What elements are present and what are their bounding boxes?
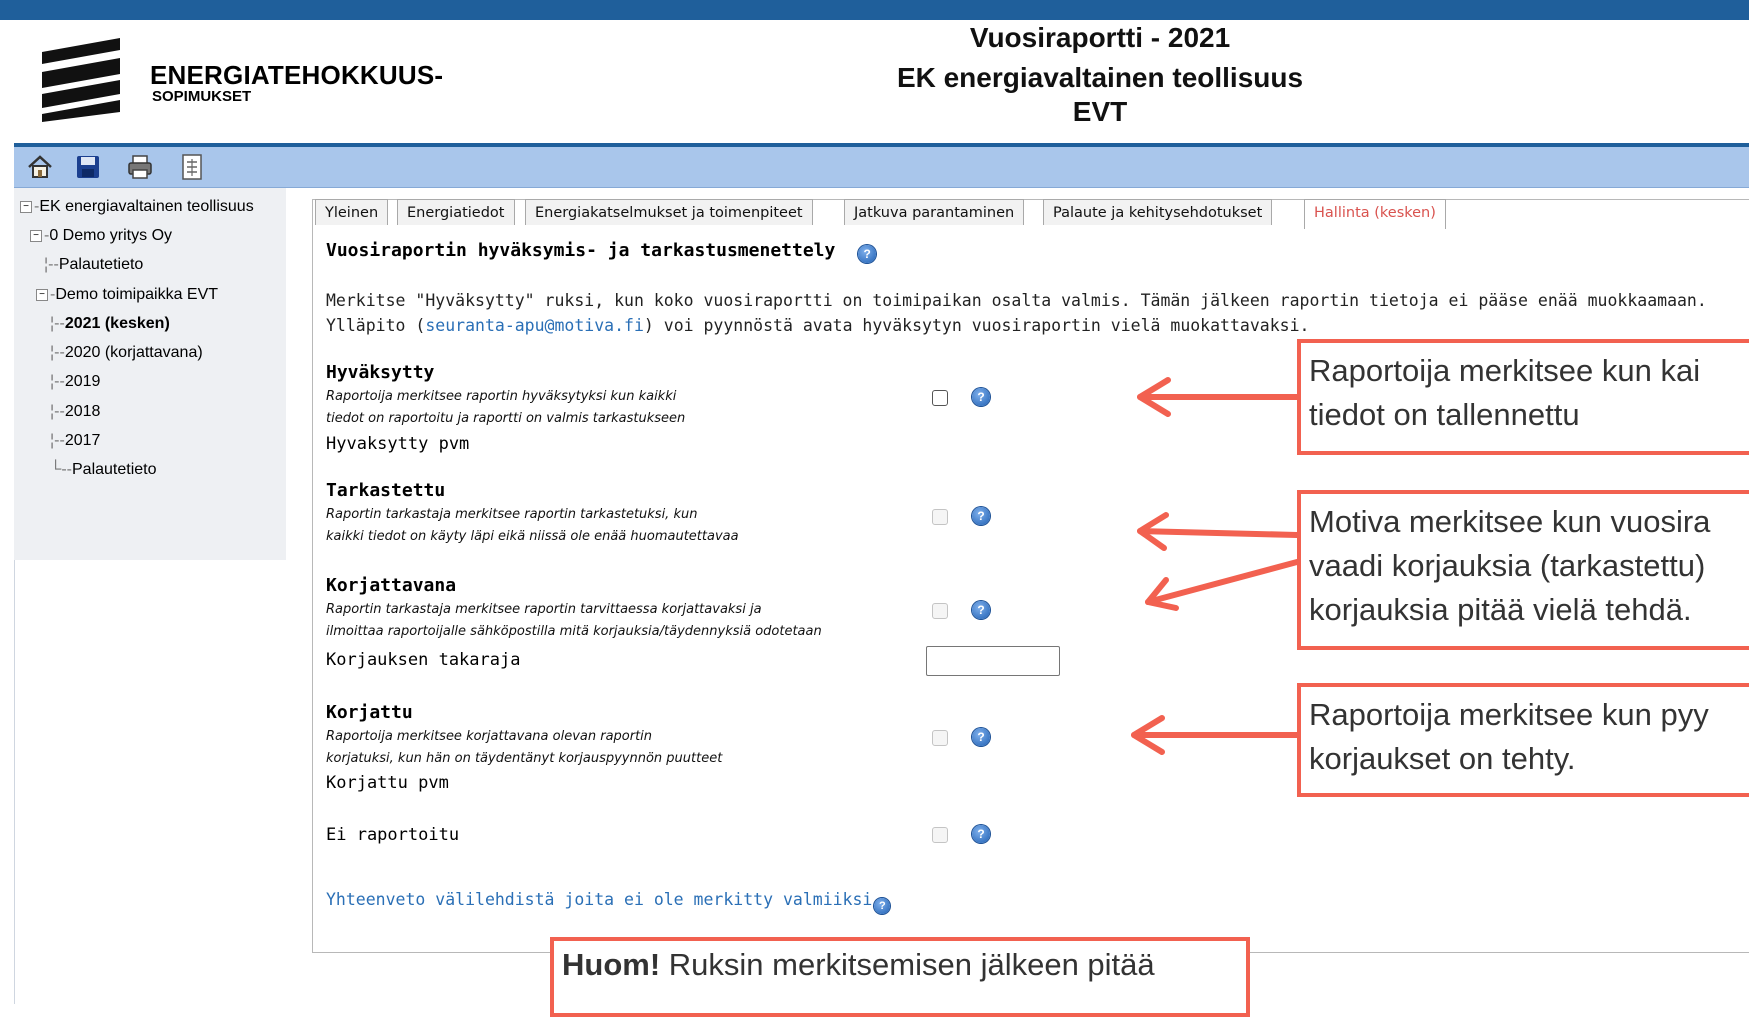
korjattu-label: Korjattu [326, 702, 413, 723]
callout-text: Raportoija merkitsee kun kai [1309, 353, 1701, 388]
tree-site[interactable]: − -Demo toimipaikka EVT [36, 286, 218, 304]
korjattavana-desc-2: ilmoittaa raportoijalle sähköpostilla mi… [326, 624, 822, 639]
left-edge [0, 20, 15, 1004]
tree-item-label: 2019 [64, 373, 101, 390]
support-email-link[interactable]: seuranta-apu@motiva.fi [425, 316, 644, 335]
print-icon[interactable] [126, 153, 154, 181]
hyvaksytty-date-label: Hyvaksytty pvm [326, 434, 470, 454]
callout-text: Raportoija merkitsee kun pyy [1309, 697, 1709, 732]
korjattavana-checkbox[interactable] [932, 603, 948, 619]
tree-item-label: 2021 (kesken) [64, 315, 170, 332]
collapse-icon[interactable]: − [20, 200, 32, 213]
tab-palaute[interactable]: Palaute ja kehitysehdotukset [1043, 199, 1273, 225]
intro-text-1: Merkitse "Hyväksytty" ruksi, kun koko vu… [326, 291, 1707, 310]
callout-hyvaksytty: Raportoija merkitsee kun kai tiedot on t… [1297, 339, 1749, 455]
tree-site-label: Demo toimipaikka EVT [55, 286, 219, 303]
page-subtitle-code: EVT [1072, 96, 1128, 127]
tarkastettu-checkbox[interactable] [932, 509, 948, 525]
tab-yleinen[interactable]: Yleinen [315, 199, 389, 225]
tree-company-feedback[interactable]: ¦--Palautetieto [44, 256, 143, 274]
callout-bold-text: Huom! [562, 947, 661, 982]
callout-text: tiedot on tallennettu [1309, 397, 1580, 432]
tree-company-label: 0 Demo yritys Oy [49, 227, 173, 244]
tree-year-2018[interactable]: ¦--2018 [50, 403, 100, 421]
tree-item-label: Palautetieto [72, 461, 157, 478]
tree-item-label: 2020 (korjattavana) [64, 344, 203, 361]
hyvaksytty-desc-1: Raportoija merkitsee raportin hyväksytyk… [326, 389, 677, 404]
tab-energiatiedot[interactable]: Energiatiedot [397, 199, 515, 225]
tab-energiakatselmukset[interactable]: Energiakatselmukset ja toimenpiteet [525, 199, 813, 225]
tree-year-2021[interactable]: ¦--2021 (kesken) [50, 315, 170, 333]
toolbar [14, 147, 1749, 188]
tree-year-2020[interactable]: ¦--2020 (korjattavana) [50, 344, 203, 362]
hyvaksytty-checkbox[interactable] [932, 390, 948, 406]
tarkastettu-label: Tarkastettu [326, 480, 446, 501]
page-title: Vuosiraportti - 2021 [969, 22, 1231, 53]
hyvaksytty-desc-2: tiedot on raportoitu ja raportti on valm… [326, 411, 686, 426]
callout-text: vaadi korjauksia (tarkastettu) [1309, 548, 1706, 583]
help-icon[interactable]: ? [972, 601, 990, 619]
help-icon[interactable]: ? [972, 388, 990, 406]
callout-text: Motiva merkitsee kun vuosira [1309, 504, 1711, 539]
tree-item-label: 2017 [64, 432, 101, 449]
help-icon[interactable]: ? [858, 245, 877, 263]
hyvaksytty-label: Hyväksytty [326, 362, 435, 383]
callout-text: korjaukset on tehty. [1309, 741, 1576, 776]
help-icon[interactable]: ? [972, 507, 990, 525]
tab-hallinta[interactable]: Hallinta (kesken) [1304, 199, 1446, 229]
logo-subtext: SOPIMUKSET [152, 88, 252, 105]
intro-text-suffix: ) voi pyynnöstä avata hyväksytyn vuosira… [643, 316, 1310, 335]
tab-jatkuva-parantaminen[interactable]: Jatkuva parantaminen [844, 199, 1025, 225]
callout-motiva: Motiva merkitsee kun vuosira vaadi korja… [1297, 490, 1749, 650]
summary-link[interactable]: Yhteenveto välilehdistä joita ei ole mer… [326, 890, 872, 909]
help-icon[interactable]: ? [972, 825, 990, 843]
korjauksen-takaraja-input[interactable] [926, 646, 1060, 676]
export-icon[interactable] [178, 153, 206, 181]
tree-root[interactable]: − -EK energiavaltainen teollisuus [20, 198, 254, 216]
tree-item-label: Palautetieto [58, 256, 144, 273]
save-icon[interactable] [74, 153, 102, 181]
tree-root-label: EK energiavaltainen teollisuus [39, 198, 254, 215]
intro-text-prefix: Ylläpito ( [326, 316, 426, 335]
summary-row: Yhteenveto välilehdistä joita ei ole mer… [326, 890, 891, 914]
page-subtitle: EK energiavaltainen teollisuus [896, 62, 1304, 93]
collapse-icon[interactable]: − [30, 229, 42, 242]
energiatehokkuus-logo [42, 38, 120, 122]
ei-raportoitu-label: Ei raportoitu [326, 825, 460, 845]
tree-item-label: 2018 [64, 403, 101, 420]
korjattavana-label: Korjattavana [326, 575, 457, 596]
tree-year-2019[interactable]: ¦--2019 [50, 373, 100, 391]
section-title-text: Vuosiraportin hyväksymis- ja tarkastusme… [326, 240, 836, 261]
home-icon[interactable] [26, 153, 54, 181]
korjattu-date-label: Korjattu pvm [326, 773, 449, 793]
callout-huom: Huom! Ruksin merkitsemisen jälkeen pitää [550, 937, 1250, 1017]
ei-raportoitu-checkbox[interactable] [932, 827, 948, 843]
intro-text-2: Ylläpito (seuranta-apu@motiva.fi) voi py… [326, 316, 1309, 335]
help-icon[interactable]: ? [874, 898, 891, 914]
tree-company[interactable]: − -0 Demo yritys Oy [30, 227, 172, 245]
help-icon[interactable]: ? [972, 728, 990, 746]
section-title: Vuosiraportin hyväksymis- ja tarkastusme… [326, 240, 877, 263]
korjattu-desc-1: Raportoija merkitsee korjattavana olevan… [326, 729, 653, 744]
collapse-icon[interactable]: − [36, 288, 48, 301]
korjauksen-takaraja-label: Korjauksen takaraja [326, 650, 521, 670]
navigation-tree: − -EK energiavaltainen teollisuus − -0 Dem… [14, 188, 286, 560]
callout-text: korjauksia pitää vielä tehdä. [1309, 592, 1692, 627]
korjattu-checkbox[interactable] [932, 730, 948, 746]
callout-korjattu: Raportoija merkitsee kun pyy korjaukset … [1297, 683, 1749, 797]
tree-site-feedback[interactable]: └--Palautetieto [50, 461, 157, 479]
top-bar [0, 0, 1749, 20]
tarkastettu-desc-1: Raportin tarkastaja merkitsee raportin t… [326, 507, 698, 522]
callout-text: Ruksin merkitsemisen jälkeen pitää [660, 947, 1155, 982]
korjattavana-desc-1: Raportin tarkastaja merkitsee raportin t… [326, 602, 762, 617]
logo-text: ENERGIATEHOKKUUS- [150, 60, 444, 90]
tarkastettu-desc-2: kaikki tiedot on käyty läpi eikä niissä … [326, 529, 739, 544]
korjattu-desc-2: korjatuksi, kun hän on täydentänyt korja… [326, 751, 723, 766]
tree-year-2017[interactable]: ¦--2017 [50, 432, 100, 450]
